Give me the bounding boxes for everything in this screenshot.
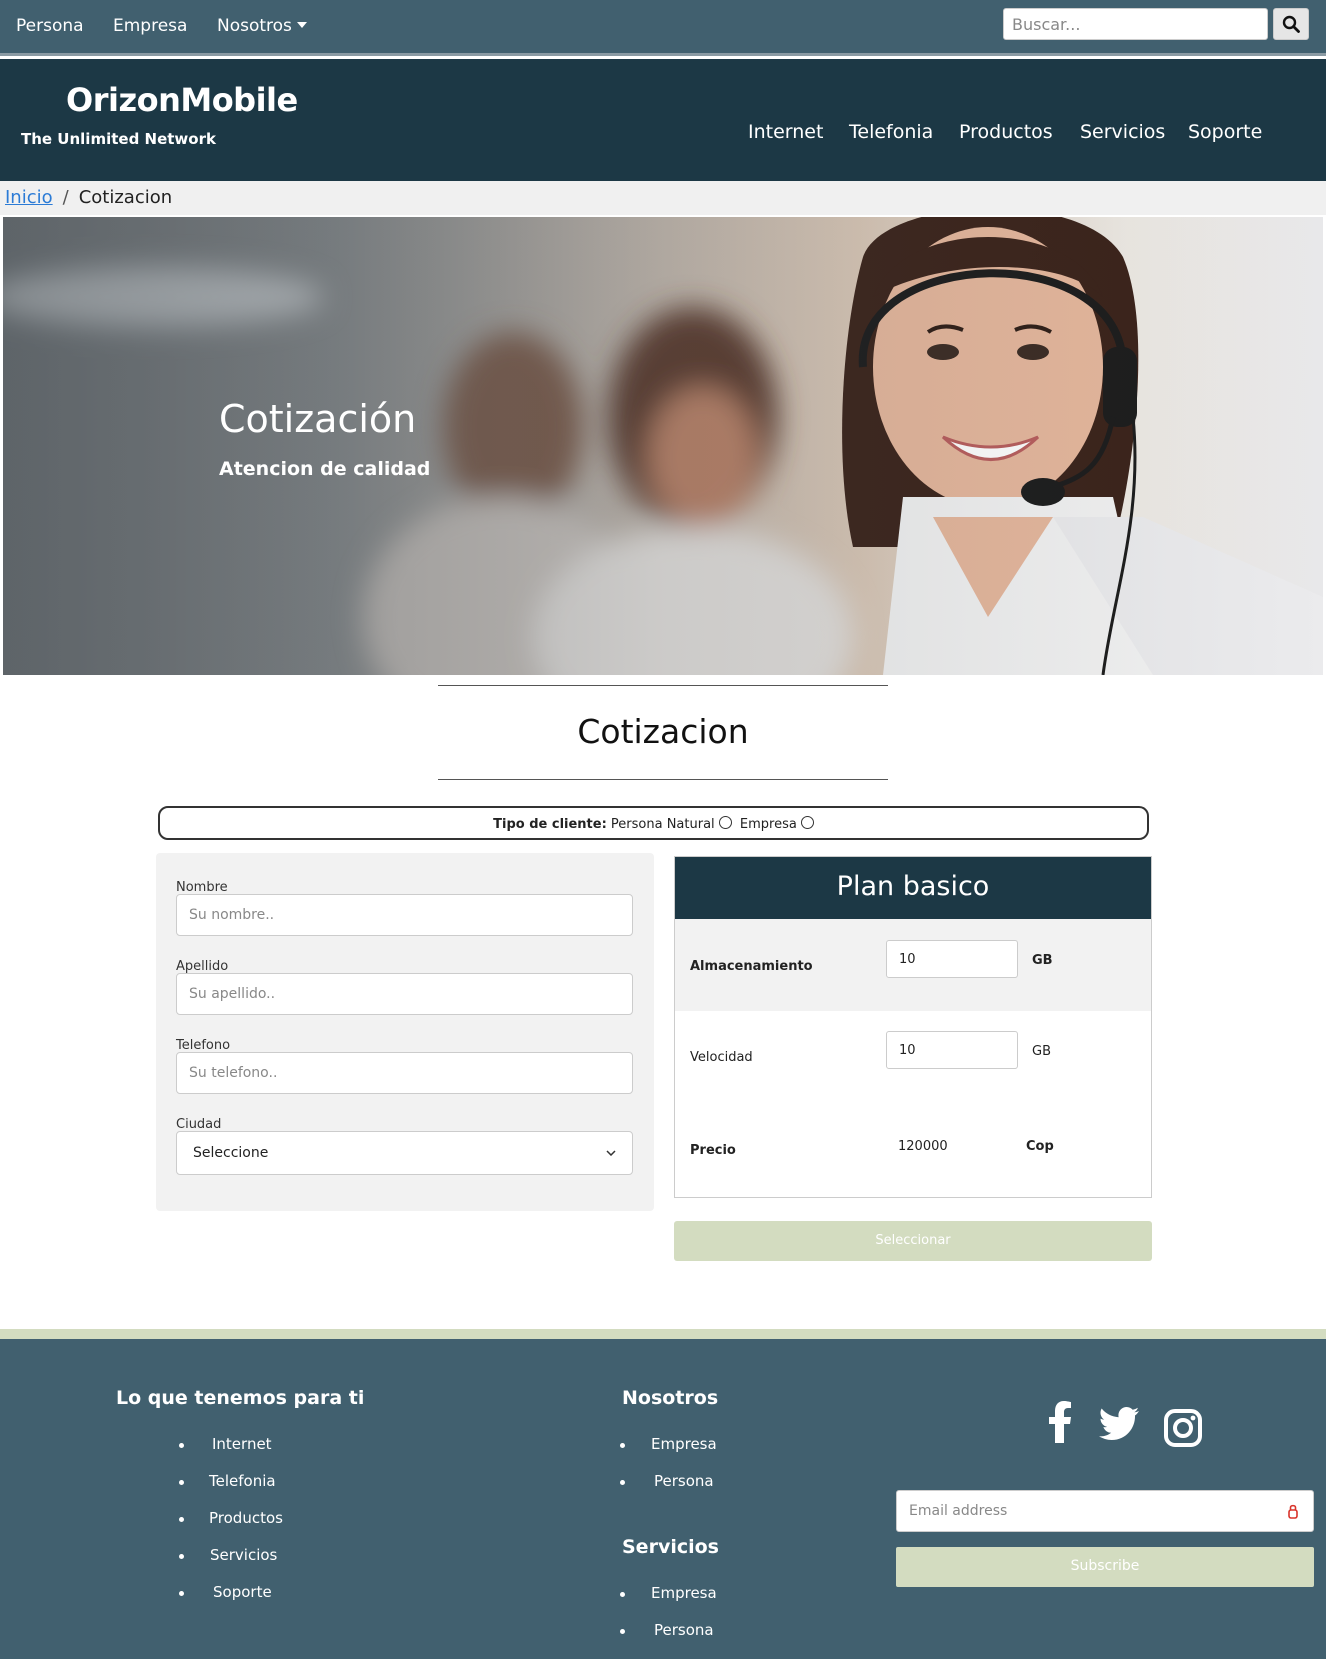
breadcrumb-separator: / (62, 187, 69, 208)
almacenamiento-label: Almacenamiento (690, 959, 813, 974)
brand-logo[interactable]: OrizonMobile (66, 81, 298, 119)
velocidad-label: Velocidad (690, 1050, 753, 1065)
radio-persona-natural[interactable] (718, 816, 732, 829)
bullet (179, 1517, 184, 1522)
seleccionar-button[interactable]: Seleccionar (674, 1221, 1152, 1261)
almacenamiento-unit: GB (1032, 953, 1053, 968)
footer-col3-heading: Servicios (622, 1536, 719, 1558)
divider-bottom (438, 779, 888, 780)
bullet (620, 1592, 625, 1597)
client-type-selector: Tipo de cliente: Persona Natural Empresa (158, 806, 1149, 840)
footer-link-telefonia[interactable]: Telefonia (209, 1472, 276, 1490)
instagram-icon[interactable] (1164, 1409, 1202, 1447)
subscribe-button[interactable]: Subscribe (896, 1547, 1314, 1587)
bullet (179, 1554, 184, 1559)
site-footer: Lo que tenemos para ti Internet Telefoni… (0, 1339, 1326, 1659)
option-persona-natural-label: Persona Natural (610, 817, 715, 832)
ciudad-select[interactable]: Seleccione (176, 1131, 633, 1175)
footer-link-productos[interactable]: Productos (209, 1509, 283, 1527)
telefono-label: Telefono (176, 1038, 231, 1053)
footer-link-servicios-persona[interactable]: Persona (654, 1621, 714, 1639)
ciudad-label: Ciudad (176, 1117, 222, 1132)
divider-top (438, 685, 888, 686)
footer-link-nosotros-empresa[interactable]: Empresa (651, 1435, 717, 1453)
footer-link-soporte[interactable]: Soporte (213, 1583, 272, 1601)
page-title: Cotizacion (577, 712, 749, 751)
topnav-persona[interactable]: Persona (16, 16, 84, 36)
bullet (620, 1629, 625, 1634)
hero-photo (3, 217, 1323, 675)
bullet (620, 1443, 625, 1448)
velocidad-unit: GB (1032, 1044, 1051, 1059)
precio-unit: Cop (1026, 1139, 1054, 1154)
footer-link-internet[interactable]: Internet (212, 1435, 272, 1453)
search-icon (1282, 15, 1300, 33)
footer-link-nosotros-persona[interactable]: Persona (654, 1472, 714, 1490)
hero-banner: Cotización Atencion de calidad (3, 217, 1323, 675)
footer-link-servicios-empresa[interactable]: Empresa (651, 1584, 717, 1602)
twitter-icon[interactable] (1099, 1407, 1139, 1440)
contact-form: Nombre Apellido Telefono Ciudad Seleccio… (156, 853, 654, 1211)
radio-empresa[interactable] (800, 816, 814, 829)
site-header: OrizonMobile The Unlimited Network Inter… (0, 59, 1326, 181)
nav-internet[interactable]: Internet (748, 121, 823, 143)
topnav-nosotros[interactable]: Nosotros (217, 16, 308, 36)
bullet (620, 1480, 625, 1485)
breadcrumb-current: Cotizacion (78, 187, 173, 208)
facebook-icon[interactable] (1048, 1401, 1072, 1443)
breadcrumb-home-link[interactable]: Inicio (5, 187, 53, 208)
footer-col2-heading: Nosotros (622, 1387, 719, 1409)
topnav-nosotros-label: Nosotros (217, 16, 292, 36)
breadcrumb: Inicio / Cotizacion (0, 181, 1326, 215)
nav-servicios[interactable]: Servicios (1080, 121, 1165, 143)
plan-row-almacenamiento: Almacenamiento 10 GB (675, 919, 1151, 1011)
top-bar: Persona Empresa Nosotros (0, 0, 1326, 56)
apellido-label: Apellido (176, 959, 229, 974)
apellido-input[interactable] (176, 973, 633, 1015)
footer-accent-strip (0, 1329, 1326, 1339)
hero-subtitle: Atencion de calidad (219, 458, 431, 480)
precio-label: Precio (690, 1143, 736, 1158)
plan-title: Plan basico (675, 857, 1151, 919)
velocidad-input[interactable]: 10 (886, 1031, 1018, 1069)
almacenamiento-input[interactable]: 10 (886, 940, 1018, 978)
nombre-label: Nombre (176, 880, 228, 895)
bullet (179, 1443, 184, 1448)
nav-telefonia[interactable]: Telefonia (849, 121, 933, 143)
chevron-down-icon (606, 1150, 616, 1156)
option-empresa-label: Empresa (739, 817, 797, 832)
precio-value: 120000 (898, 1139, 948, 1154)
footer-col1-heading: Lo que tenemos para ti (116, 1387, 365, 1409)
caret-down-icon (297, 22, 308, 28)
hero-title: Cotización (219, 397, 417, 441)
nombre-input[interactable] (176, 894, 633, 936)
lock-icon (1288, 1504, 1298, 1519)
search-button[interactable] (1273, 8, 1309, 40)
topnav-empresa[interactable]: Empresa (113, 16, 187, 36)
search-input[interactable] (1003, 8, 1268, 40)
brand-tagline: The Unlimited Network (21, 130, 216, 148)
nav-productos[interactable]: Productos (959, 121, 1053, 143)
bullet (179, 1591, 184, 1596)
client-type-label: Tipo de cliente: (493, 817, 607, 832)
email-input[interactable] (896, 1490, 1314, 1532)
nav-soporte[interactable]: Soporte (1188, 121, 1262, 143)
ciudad-select-value: Seleccione (193, 1145, 269, 1161)
plan-card: Plan basico Almacenamiento 10 GB Velocid… (674, 856, 1152, 1198)
footer-link-servicios[interactable]: Servicios (210, 1546, 277, 1564)
telefono-input[interactable] (176, 1052, 633, 1094)
bullet (179, 1480, 184, 1485)
